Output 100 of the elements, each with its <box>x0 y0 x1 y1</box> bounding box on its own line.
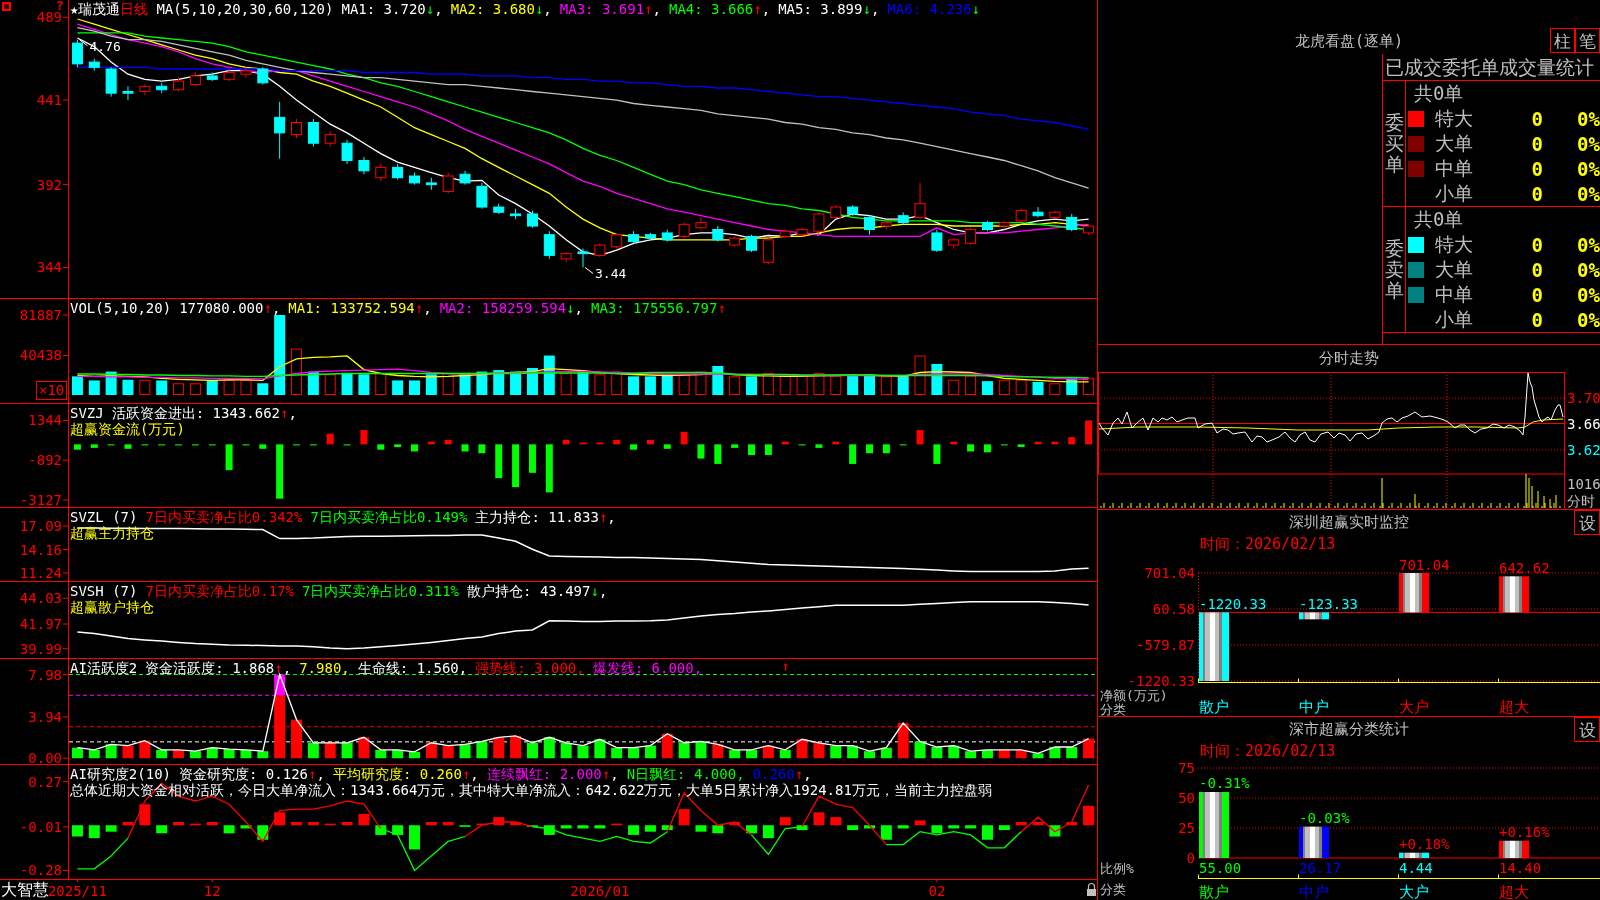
candle <box>71 39 83 68</box>
indicator-value: 活跃资金进出: 1343.662 <box>111 405 280 421</box>
order-size-label: 小单 <box>1435 307 1474 332</box>
axis-label: 75 <box>1178 760 1195 776</box>
candle <box>1066 213 1078 232</box>
indicator-value: 资金研究度: 0.126 <box>179 766 309 782</box>
volume-bar <box>594 374 606 395</box>
view-toggle-button[interactable]: 笔 <box>1575 28 1600 53</box>
settings-button[interactable]: 设 <box>1574 717 1600 742</box>
trend-arrow: ↑, <box>461 766 479 782</box>
volume-bar <box>678 374 690 395</box>
volume-bar <box>577 371 589 395</box>
trend-arrow: ↑, <box>263 300 281 316</box>
bar <box>746 825 758 834</box>
candle <box>948 237 960 249</box>
candle <box>695 216 707 230</box>
candle <box>813 211 825 234</box>
axis-label: 441 <box>36 92 62 109</box>
axis-label: 81887 <box>19 307 62 323</box>
bar <box>981 749 993 759</box>
order-total: 共0单 <box>1413 81 1465 106</box>
bar <box>139 804 151 826</box>
trend-arrow: ↑, <box>794 766 812 782</box>
volume-bar <box>375 372 387 395</box>
order-size-label: 小单 <box>1435 181 1474 206</box>
bar <box>1049 825 1061 837</box>
bar <box>1085 420 1093 445</box>
volume-bar <box>847 375 859 395</box>
indicator-value: 主力持仓: 11.833 <box>475 509 599 525</box>
volume-bar <box>122 379 134 395</box>
candle <box>409 172 420 186</box>
bar <box>630 444 638 450</box>
settings-button[interactable]: 设 <box>1574 510 1600 535</box>
indicator-value: SVSH (7) <box>70 583 138 599</box>
category-label: 散户 <box>1199 883 1229 900</box>
bar <box>762 745 774 759</box>
bar <box>257 751 269 759</box>
category-label: 超大 <box>1499 698 1529 716</box>
bar <box>307 822 319 826</box>
group-label: 委买单 <box>1384 112 1404 175</box>
bar <box>1399 573 1429 613</box>
candle <box>577 248 589 268</box>
candle <box>139 84 151 96</box>
indicator-caption: 超赢散户持仓 <box>70 599 155 615</box>
bar <box>90 444 98 448</box>
bar <box>358 813 370 826</box>
panel-title: 深市超赢分类统计 <box>1289 720 1409 739</box>
candle <box>257 66 269 86</box>
trend-arrow: ↑, <box>598 509 616 525</box>
axis-label: -1220.33 <box>1127 673 1195 689</box>
bar <box>577 745 589 759</box>
bar <box>998 749 1010 759</box>
indicator-value: 强势线: 3.000, <box>475 660 585 676</box>
view-toggle-button[interactable]: 柱 <box>1550 28 1575 53</box>
bar <box>394 444 402 447</box>
bar <box>628 825 640 835</box>
candle <box>375 163 387 182</box>
bar <box>427 441 435 445</box>
bar <box>832 441 840 445</box>
bar <box>1068 437 1076 445</box>
indicator-value: SVZJ <box>70 405 104 421</box>
bar <box>779 817 791 826</box>
candle <box>173 77 185 92</box>
bar <box>864 825 875 829</box>
bar <box>965 751 977 759</box>
candle <box>796 227 808 237</box>
bar <box>644 825 656 832</box>
bar <box>459 744 471 759</box>
candle <box>1083 223 1095 236</box>
order-percent: 0% <box>1576 158 1600 180</box>
volume-bar <box>981 381 993 395</box>
axis-label: 17.09 <box>19 518 62 534</box>
value-label: -123.33 <box>1299 596 1358 613</box>
bar <box>781 441 789 445</box>
indicator-value: MA1: 3.720 <box>341 1 426 17</box>
trend-arrow: ↑, <box>414 300 432 316</box>
volume-bar <box>1049 383 1061 395</box>
volume-bar <box>240 379 252 395</box>
bar <box>729 822 741 826</box>
bar <box>931 825 943 834</box>
candle <box>358 156 370 175</box>
bar <box>628 747 640 759</box>
axis-label: 3.62 <box>1567 442 1600 458</box>
bar <box>392 749 404 759</box>
candle <box>307 118 319 148</box>
bar <box>1066 822 1078 826</box>
indicator-value: MA5: 3.899 <box>778 1 863 17</box>
bar <box>1015 749 1027 759</box>
bar <box>914 741 926 759</box>
volume-bar <box>392 380 404 395</box>
volume-bar <box>510 371 522 395</box>
candle <box>223 68 235 82</box>
trend-arrow: ↑, <box>753 1 771 17</box>
bar <box>847 825 859 831</box>
bar <box>358 737 370 759</box>
bar <box>411 444 418 452</box>
bar <box>613 439 621 445</box>
bar <box>156 825 168 834</box>
bar <box>392 825 404 835</box>
indicator-value: 散户持仓: 43.497 <box>467 583 591 599</box>
